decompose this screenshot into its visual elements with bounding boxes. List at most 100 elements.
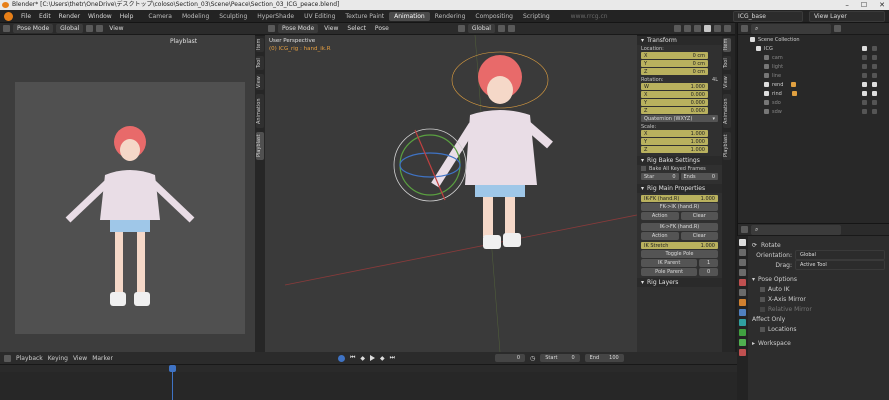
left-menu-view[interactable]: View <box>106 25 126 32</box>
rig-bake-header[interactable]: ▾ Rig Bake Settings <box>637 156 722 165</box>
outliner-item-cam[interactable]: cam <box>738 53 889 62</box>
outliner-item-sdw[interactable]: sdw <box>738 107 889 116</box>
tab-hypershade[interactable]: HyperShade <box>252 12 299 21</box>
outliner-item-rend[interactable]: rend <box>738 80 889 89</box>
tab-animation[interactable]: Animation <box>389 11 430 21</box>
pose-options-header[interactable]: ▾ Pose Options <box>752 274 885 284</box>
end-frame-field[interactable]: End 100 <box>584 354 624 362</box>
left-tab-tool[interactable]: Tool <box>256 56 264 70</box>
transform-header[interactable]: ▾ Transform <box>637 36 722 45</box>
main-orientation-dropdown[interactable]: Global <box>467 24 495 33</box>
close-button[interactable]: ✕ <box>879 0 885 10</box>
rig-main-header[interactable]: ▾ Rig Main Properties <box>637 184 722 193</box>
tab-modeling[interactable]: Modeling <box>177 12 214 21</box>
ik-action-button[interactable]: Action <box>641 232 679 240</box>
main-editor-type-icon[interactable] <box>268 25 275 32</box>
jump-start-icon[interactable]: ⏮ <box>350 354 355 362</box>
ik-to-fk-button[interactable]: IK->FK (hand.R) <box>641 223 718 231</box>
start-frame-field[interactable]: Start 0 <box>540 354 580 362</box>
playhead[interactable] <box>169 365 176 372</box>
right-tab-view[interactable]: View <box>723 74 731 90</box>
main-mode-dropdown[interactable]: Pose Mode <box>278 24 319 33</box>
left-orientation-dropdown[interactable]: Global <box>56 24 84 33</box>
menu-edit[interactable]: Edit <box>35 13 55 20</box>
scale-z-field[interactable]: Z 1.000 <box>641 146 708 153</box>
view-layer-tab-icon[interactable] <box>739 269 746 276</box>
right-tab-item[interactable]: Item <box>723 38 731 52</box>
rotation-x-field[interactable]: X 0.000 <box>641 91 708 98</box>
left-tab-playblast[interactable]: Playblast <box>256 132 264 160</box>
scale-x-field[interactable]: X 1.000 <box>641 130 708 137</box>
outliner-item-sdo[interactable]: sdo <box>738 98 889 107</box>
editor-type-icon[interactable] <box>3 25 10 32</box>
x-mirror-checkbox[interactable]: X-Axis Mirror <box>752 294 885 304</box>
left-tab-item[interactable]: Item <box>256 38 264 52</box>
jump-end-icon[interactable]: ⏭ <box>390 354 395 362</box>
tab-uv-editing[interactable]: UV Editing <box>299 12 340 21</box>
ik-stretch-slider[interactable]: IK Stretch 1.000 <box>641 242 718 249</box>
scale-y-field[interactable]: Y 1.000 <box>641 138 708 145</box>
toggle-pole-button[interactable]: Toggle Pole <box>641 250 718 258</box>
clock-icon[interactable]: ◷ <box>530 355 535 362</box>
main-menu-pose[interactable]: Pose <box>372 25 392 32</box>
rendered-shading-icon[interactable] <box>724 25 731 32</box>
physics-tab-icon[interactable] <box>739 319 746 326</box>
data-tab-icon[interactable] <box>739 329 746 336</box>
world-tab-icon[interactable] <box>739 289 746 296</box>
ik-parent-value[interactable]: 1 <box>699 259 718 267</box>
timeline-menu-view[interactable]: View <box>73 355 87 362</box>
ik-fk-slider[interactable]: IK-FK (hand.R) 1.000 <box>641 195 718 202</box>
menu-render[interactable]: Render <box>55 13 84 20</box>
relative-mirror-checkbox[interactable]: Relative Mirror <box>752 304 885 314</box>
snap-icon[interactable] <box>96 25 104 32</box>
right-tab-tool[interactable]: Tool <box>723 56 731 70</box>
prev-key-icon[interactable]: ◆ <box>360 355 365 362</box>
outliner-item-icg[interactable]: ICG <box>738 44 889 53</box>
view-layer-selector[interactable]: View Layer <box>809 10 885 22</box>
outliner-item-rind[interactable]: rind <box>738 89 889 98</box>
rotation-z-field[interactable]: Z 0.000 <box>641 107 708 114</box>
tab-camera[interactable]: Camera <box>143 12 177 21</box>
ik-clear-button[interactable]: Clear <box>680 232 718 240</box>
timeline-menu-marker[interactable]: Marker <box>92 355 113 362</box>
scene-selector[interactable]: ICG_base <box>733 10 803 22</box>
output-tab-icon[interactable] <box>739 259 746 266</box>
outliner-type-icon[interactable] <box>741 25 748 32</box>
fk-to-ik-button[interactable]: FK->IK (hand.R) <box>641 203 718 211</box>
current-frame-field[interactable]: 0 <box>495 354 525 362</box>
bake-end-field[interactable]: Ends 0 <box>680 173 718 180</box>
outliner-scene-collection[interactable]: Scene Collection <box>738 35 889 44</box>
proportional-icon[interactable] <box>507 25 515 32</box>
properties-type-icon[interactable] <box>741 226 748 233</box>
tab-sculpting[interactable]: Sculpting <box>214 12 252 21</box>
timeline-type-icon[interactable] <box>4 354 11 362</box>
rotation-y-field[interactable]: Y 0.000 <box>641 99 708 106</box>
drag-dropdown[interactable]: Active Tool <box>795 260 885 270</box>
maximize-button[interactable]: ☐ <box>861 0 867 10</box>
tool-tab-icon[interactable] <box>739 239 746 246</box>
blender-menu-icon[interactable] <box>4 11 13 21</box>
tab-compositing[interactable]: Compositing <box>470 12 518 21</box>
snap-toggle-icon[interactable] <box>497 25 505 32</box>
left-tab-animation[interactable]: Animation <box>256 94 264 128</box>
outliner-item-light[interactable]: light <box>738 62 889 71</box>
fk-clear-button[interactable]: Clear <box>680 212 718 220</box>
menu-help[interactable]: Help <box>116 13 138 20</box>
rotation-mode-dropdown[interactable]: Quaternion (WXYZ) ▾ <box>641 115 718 122</box>
transform-pivot-icon[interactable] <box>457 25 465 32</box>
workspace-header[interactable]: ▸ Workspace <box>752 338 885 348</box>
object-tab-icon[interactable] <box>739 299 746 306</box>
scene-tab-icon[interactable] <box>739 279 746 286</box>
timeline-menu-keying[interactable]: Keying <box>48 355 68 362</box>
right-tab-playblast[interactable]: Playblast <box>723 132 731 160</box>
fk-action-button[interactable]: Action <box>641 212 679 220</box>
record-icon[interactable] <box>337 354 345 362</box>
auto-ik-checkbox[interactable]: Auto IK <box>752 284 885 294</box>
bake-start-field[interactable]: Star 0 <box>641 173 679 180</box>
play-icon[interactable] <box>369 355 375 361</box>
menu-window[interactable]: Window <box>84 13 116 20</box>
main-viewport[interactable]: User Perspective (0) ICG_rig : hand_ik.R <box>265 35 637 352</box>
left-mode-dropdown[interactable]: Pose Mode <box>13 24 54 33</box>
timeline-menu-playback[interactable]: Playback <box>16 355 43 362</box>
main-menu-select[interactable]: Select <box>344 25 369 32</box>
